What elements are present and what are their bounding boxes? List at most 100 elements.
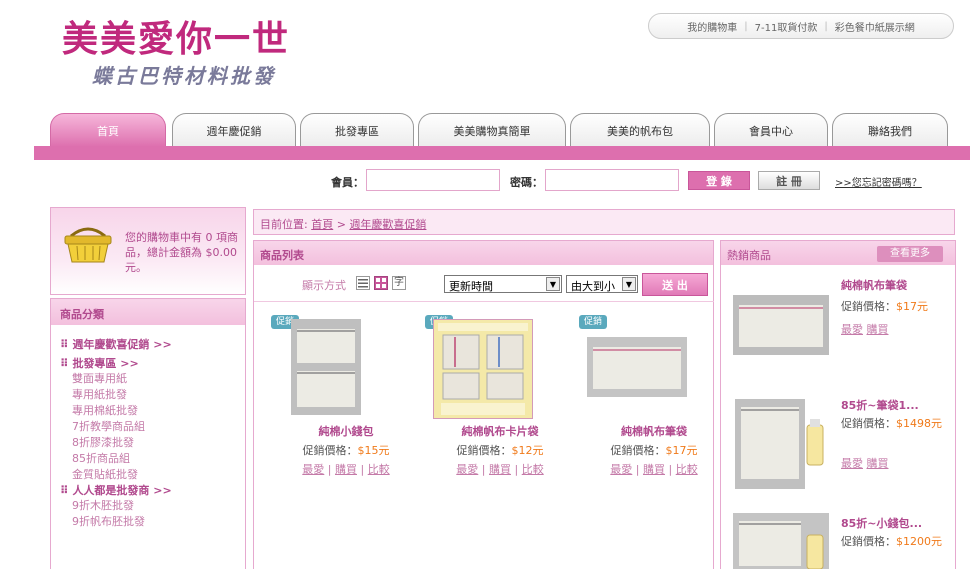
favorite-link[interactable]: 最愛 [302, 463, 324, 476]
price-label: 促銷價格： [841, 535, 896, 548]
tab-wholesale[interactable]: 批發專區 [300, 113, 414, 147]
buy-link[interactable]: 購買 [335, 463, 357, 476]
product-list-panel: 商品列表 顯示方式 字 更新時間 ▼ 由大到小 ▼ 送 出 促銷 純棉小錢包 促… [253, 240, 714, 569]
hot-item-price: 促銷價格：$1498元 [841, 417, 949, 431]
sort-field-value: 更新時間 [449, 280, 493, 293]
buy-link[interactable]: 購買 [643, 463, 665, 476]
compare-link[interactable]: 比較 [522, 463, 544, 476]
category-label: 人人都是批發商 >> [72, 484, 172, 497]
category-label: 批發專區 >> [72, 357, 139, 370]
product-image[interactable] [291, 319, 361, 415]
price-label: 促銷價格： [841, 417, 896, 430]
tab-contact[interactable]: 聯絡我們 [832, 113, 948, 147]
category-item[interactable]: 8折膠漆批發 [60, 435, 245, 451]
buy-link[interactable]: 購買 [867, 323, 889, 336]
tab-member-center[interactable]: 會員中心 [714, 113, 828, 147]
category-item[interactable]: 雙面專用紙 [60, 371, 245, 387]
login-button[interactable]: 登 錄 [688, 171, 750, 190]
my-cart-link[interactable]: 我的購物車 [680, 19, 744, 34]
hot-item-name[interactable]: 85折~小錢包... [841, 515, 922, 531]
basket-icon [64, 227, 112, 263]
buy-link[interactable]: 購買 [867, 457, 889, 470]
category-anniversary[interactable]: ⠿ 週年慶歡喜促銷 >> [60, 337, 245, 352]
category-item[interactable]: 9折木胚批發 [60, 498, 245, 514]
breadcrumb-separator: > [336, 218, 346, 231]
category-item[interactable]: 9折帆布胚批發 [60, 514, 245, 530]
category-title: 商品分類 [51, 299, 245, 325]
chevron-down-icon: ▼ [622, 277, 636, 291]
hot-item-name[interactable]: 純棉帆布筆袋 [841, 277, 907, 293]
product-image[interactable] [587, 337, 687, 397]
hot-item-actions: 最愛 購買 [841, 455, 889, 471]
password-label: 密碼： [510, 176, 543, 189]
product-image[interactable] [433, 319, 533, 419]
breadcrumb-current-link[interactable]: 週年慶歡喜促銷 [349, 218, 426, 231]
tab-canvas-bags[interactable]: 美美的帆布包 [570, 113, 710, 147]
product-image[interactable] [733, 395, 829, 493]
sort-order-value: 由大到小 [571, 280, 615, 293]
hot-item-name[interactable]: 85折~筆袋1... [841, 397, 919, 413]
register-button[interactable]: 註 冊 [758, 171, 820, 190]
product-name[interactable]: 純棉帆布筆袋 [579, 423, 729, 439]
category-wholesale[interactable]: ⠿ 批發專區 >> [60, 356, 245, 371]
category-item[interactable]: 專用紙批發 [60, 387, 245, 403]
main-nav: 首頁 週年慶促銷 批發專區 美美購物真簡單 美美的帆布包 會員中心 聯絡我們 [34, 113, 970, 160]
product-price: 促銷價格：$12元 [425, 442, 575, 458]
seven-eleven-link[interactable]: 7-11取貨付款 [748, 19, 825, 34]
category-item[interactable]: 7折教學商品組 [60, 419, 245, 435]
category-everyone-wholesaler[interactable]: ⠿ 人人都是批發商 >> [60, 483, 245, 498]
sale-badge: 促銷 [579, 315, 607, 329]
buy-link[interactable]: 購買 [489, 463, 511, 476]
product-image[interactable] [733, 513, 829, 569]
category-item[interactable]: 金質貼紙批發 [60, 467, 245, 483]
display-mode-label: 顯示方式 [302, 279, 346, 292]
price-value: $17元 [665, 444, 698, 457]
category-label: 週年慶歡喜促銷 >> [72, 338, 172, 351]
grid-view-icon[interactable] [374, 276, 388, 290]
list-view-icon[interactable] [356, 276, 370, 290]
view-more-button[interactable]: 查看更多 [877, 246, 943, 262]
napkin-showcase-link[interactable]: 彩色餐巾紙展示網 [828, 19, 922, 34]
site-logo[interactable]: 美美愛你一世 蝶古巴特材料批發 [62, 18, 290, 89]
tab-anniversary-sale[interactable]: 週年慶促銷 [172, 113, 296, 147]
sort-field-select[interactable]: 更新時間 ▼ [444, 275, 562, 293]
tab-shopping-guide[interactable]: 美美購物真簡單 [418, 113, 566, 147]
price-value: $1498元 [896, 417, 942, 430]
divider [254, 301, 714, 302]
price-value: $12元 [511, 444, 544, 457]
price-label: 促銷價格： [302, 444, 358, 457]
submit-button[interactable]: 送 出 [642, 273, 708, 296]
hot-item-actions: 最愛 購買 [841, 321, 889, 337]
price-label: 促銷價格： [610, 444, 666, 457]
product-actions: 最愛 | 購買 | 比較 [610, 463, 698, 476]
tab-home[interactable]: 首頁 [50, 113, 166, 147]
member-input[interactable] [366, 169, 500, 191]
sort-order-select[interactable]: 由大到小 ▼ [566, 275, 638, 293]
compare-link[interactable]: 比較 [368, 463, 390, 476]
category-item[interactable]: 85折商品組 [60, 451, 245, 467]
category-item[interactable]: 專用棉紙批發 [60, 403, 245, 419]
logo-subtitle: 蝶古巴特材料批發 [92, 64, 276, 88]
hot-item-price: 促銷價格：$1200元 [841, 535, 949, 549]
cart-summary[interactable]: 您的購物車中有 0 項商品，總計金額為 $0.00元。 [50, 207, 246, 295]
text-view-icon[interactable]: 字 [392, 276, 406, 290]
category-panel: 商品分類 ⠿ 週年慶歡喜促銷 >> ⠿ 批發專區 >> 雙面專用紙 專用紙批發 … [50, 298, 246, 569]
product-price: 促銷價格：$15元 [271, 442, 421, 458]
product-name[interactable]: 純棉小錢包 [271, 423, 421, 439]
favorite-link[interactable]: 最愛 [610, 463, 632, 476]
favorite-link[interactable]: 最愛 [841, 457, 863, 470]
product-price: 促銷價格：$17元 [579, 442, 729, 458]
password-input[interactable] [545, 169, 679, 191]
favorite-link[interactable]: 最愛 [456, 463, 478, 476]
product-name[interactable]: 純棉帆布卡片袋 [425, 423, 575, 439]
product-image[interactable] [733, 295, 829, 355]
hot-item-price: 促銷價格：$17元 [841, 300, 949, 314]
chevron-down-icon: ▼ [546, 277, 560, 291]
breadcrumb-home-link[interactable]: 首頁 [311, 218, 333, 231]
price-value: $17元 [896, 300, 928, 313]
member-label: 會員： [331, 176, 364, 189]
favorite-link[interactable]: 最愛 [841, 323, 863, 336]
compare-link[interactable]: 比較 [676, 463, 698, 476]
breadcrumb-prefix: 目前位置: [260, 218, 308, 231]
forgot-password-link[interactable]: >>您忘記密碼嗎？ [835, 174, 922, 189]
